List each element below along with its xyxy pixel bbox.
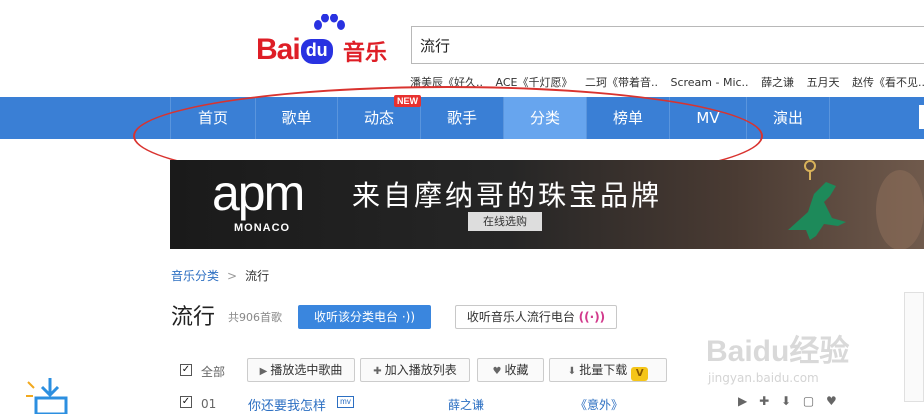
- banner-slogan: 来自摩纳哥的珠宝品牌: [352, 179, 663, 212]
- watermark: Baidu经验: [706, 335, 850, 368]
- song-row-checkbox[interactable]: ✓: [180, 396, 192, 408]
- side-panel-handle[interactable]: [904, 292, 924, 402]
- play-icon: ▶: [259, 366, 268, 377]
- watermark-url: jingyan.baidu.com: [708, 371, 819, 385]
- vip-badge: V: [631, 367, 649, 381]
- radio-signal-icon: ((·)): [578, 310, 606, 324]
- heart-icon[interactable]: ♥: [826, 394, 837, 408]
- nav-edge-marker: [919, 105, 924, 129]
- dinosaur-earring-image: [788, 160, 924, 249]
- breadcrumb: 音乐分类 > 流行: [171, 267, 269, 284]
- breadcrumb-current: 流行: [245, 269, 270, 283]
- song-title-link[interactable]: 你还要我怎样: [248, 395, 326, 414]
- mobile-icon[interactable]: ▢: [803, 394, 814, 408]
- radio-button2-label: 收听音乐人流行电台: [466, 310, 575, 324]
- listen-artist-radio-button[interactable]: 收听音乐人流行电台 ((·)): [455, 305, 617, 329]
- ad-banner[interactable]: apm MONACO 来自摩纳哥的珠宝品牌 在线选购: [170, 160, 924, 249]
- play-selected-button[interactable]: ▶ 播放选中歌曲: [247, 358, 355, 382]
- search-input[interactable]: [412, 27, 924, 63]
- listen-category-radio-button[interactable]: 收听该分类电台 ·)): [298, 305, 431, 329]
- breadcrumb-separator: >: [227, 269, 238, 283]
- radio-button-label: 收听该分类电台: [313, 310, 398, 324]
- banner-sub: MONACO: [234, 222, 291, 234]
- download-icon[interactable]: ⬇: [781, 394, 791, 408]
- baidu-music-logo[interactable]: Bai du 音乐: [256, 14, 396, 68]
- batch-download-button[interactable]: ⬇ 批量下载 V: [549, 358, 667, 382]
- select-all-label: 全部: [201, 365, 226, 379]
- hot-search-item[interactable]: 赵传《看不见..: [852, 76, 924, 89]
- banner-shop-button[interactable]: 在线选购: [468, 212, 542, 231]
- plus-icon: ✚: [373, 366, 382, 377]
- song-album-link[interactable]: 《意外》: [575, 396, 623, 413]
- banner-brand: apm: [212, 165, 305, 221]
- heart-icon: ♥: [492, 366, 502, 377]
- favorite-button[interactable]: ♥ 收藏: [477, 358, 544, 382]
- song-index: 01: [201, 397, 217, 411]
- download-icon: ⬇: [567, 366, 577, 377]
- hot-search-item[interactable]: Scream - Mic..: [670, 76, 748, 89]
- select-all-checkbox[interactable]: ✓: [180, 364, 192, 376]
- breadcrumb-parent-link[interactable]: 音乐分类: [171, 269, 219, 283]
- play-icon[interactable]: ▶: [738, 394, 747, 408]
- radio-wave-icon: ·)): [401, 310, 416, 324]
- song-artist-link[interactable]: 薛之谦: [448, 396, 484, 413]
- logo-wordmark: Bai du: [256, 33, 334, 67]
- logo-music-text: 音乐: [343, 41, 388, 66]
- page-title: 流行: [171, 305, 216, 330]
- search-box[interactable]: [411, 26, 924, 64]
- mv-icon[interactable]: mv: [337, 396, 354, 408]
- hot-search-item[interactable]: 薛之谦: [761, 76, 794, 89]
- download-tray-icon[interactable]: [26, 378, 76, 414]
- hot-search-item[interactable]: 五月天: [807, 76, 840, 89]
- song-row-actions: ▶ ✚ ⬇ ▢ ♥: [738, 394, 845, 408]
- song-count: 共906首歌: [228, 311, 282, 324]
- add-icon[interactable]: ✚: [759, 394, 769, 408]
- add-to-playlist-button[interactable]: ✚ 加入播放列表: [360, 358, 470, 382]
- hot-search-item[interactable]: 二珂《带着音..: [585, 76, 658, 89]
